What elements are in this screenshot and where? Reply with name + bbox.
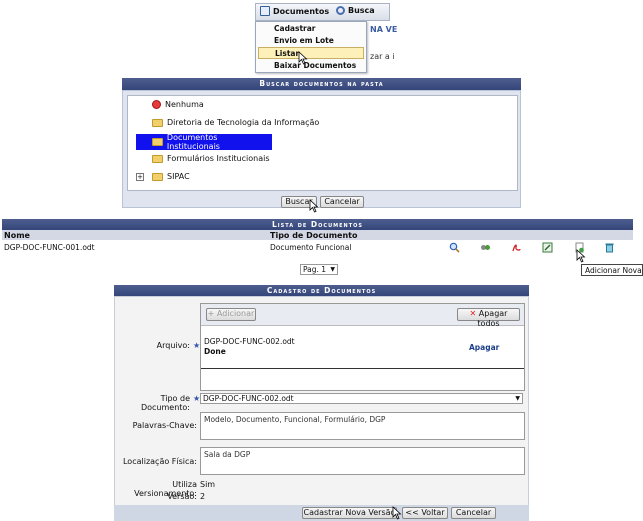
arquivo-label: Arquivo: [156, 341, 190, 350]
tree-node-label: Diretoria de Tecnologia da Informação [167, 118, 320, 127]
tooltip-add-version: Adicionar Nova Versão [581, 264, 643, 276]
edit-icon[interactable] [542, 242, 553, 253]
palavras-chave-textarea[interactable]: Modelo, Documento, Funcional, Formulário… [200, 412, 525, 440]
tipo-documento-select[interactable]: DGP-DOC-FUNC-002.odt ▼ [200, 393, 523, 404]
row-tipo: Documento Funcional [270, 243, 352, 252]
menu-item-listar[interactable]: Listar [258, 47, 364, 59]
menu-documentos[interactable]: Documentos [260, 6, 329, 16]
document-icon [260, 6, 270, 16]
form-panel-header: Cadastro de Documentos [114, 285, 529, 296]
pdf-icon[interactable] [511, 242, 522, 253]
col-tipo-header: Tipo de Documento [270, 231, 358, 240]
folder-icon [152, 172, 163, 181]
tree-node-label: Documentos Institucionais [166, 133, 220, 151]
palavras-chave-label: Palavras-Chave: [132, 421, 197, 430]
menu-busca[interactable]: Busca [336, 6, 375, 15]
plus-icon: + [207, 309, 215, 318]
voltar-button[interactable]: << Voltar [402, 507, 448, 519]
table-row: DGP-DOC-FUNC-001.odt Documento Funcional [2, 240, 633, 254]
background-title-fragment: NA VE [370, 25, 398, 34]
localizacao-fisica-label: Localização Física: [122, 457, 197, 466]
utiliza-versionamento-value: Sim [200, 480, 216, 489]
menu-busca-label: Busca [348, 6, 375, 15]
localizacao-fisica-textarea[interactable]: Sala da DGP [200, 447, 525, 475]
versao-label: Versão: [167, 492, 197, 501]
menu-documentos-label: Documentos [273, 6, 330, 16]
tree-node-formularios-institucionais[interactable]: Formulários Institucionais [152, 154, 270, 163]
tree-node-nenhuma[interactable]: Nenhuma [152, 100, 204, 109]
file-upload-box: + Adicionar ✕ Apagar todos DGP-DOC-FUNC-… [200, 303, 525, 391]
row-nome: DGP-DOC-FUNC-001.odt [4, 243, 95, 252]
tree-node-diretoria-ti[interactable]: Diretoria de Tecnologia da Informação [152, 118, 319, 127]
delete-icon[interactable] [604, 242, 615, 253]
apagar-file-link[interactable]: Apagar [469, 343, 499, 352]
list-panel-header: Lista de Documentos [2, 219, 633, 230]
documentos-dropdown: Cadastrar Envio em Lote Listar Baixar Do… [255, 21, 367, 73]
none-icon [152, 100, 161, 109]
search-panel-header: Buscar documentos na pasta [122, 78, 521, 90]
uploaded-file-name: DGP-DOC-FUNC-002.odt [204, 337, 295, 346]
page-select[interactable]: Pag. 1 ▼ [300, 264, 338, 275]
tipo-documento-value: DGP-DOC-FUNC-002.odt [203, 394, 294, 403]
versao-value: 2 [200, 492, 206, 501]
tipo-documento-label: Tipo de Documento: [140, 394, 190, 412]
folder-icon [152, 138, 163, 146]
cancelar-search-button[interactable]: Cancelar [320, 196, 364, 208]
view-icon[interactable] [449, 242, 460, 253]
search-panel-body: Nenhuma Diretoria de Tecnologia da Infor… [122, 90, 521, 208]
mouse-cursor-icon [298, 51, 308, 65]
menu-item-envio-em-lote[interactable]: Envio em Lote [258, 35, 364, 47]
close-icon: ✕ [469, 309, 477, 318]
chevron-down-icon: ▼ [515, 395, 520, 402]
chevron-down-icon: ▼ [330, 266, 335, 273]
mouse-cursor-icon [576, 249, 586, 263]
adicionar-label: Adicionar [216, 309, 255, 318]
menu-item-baixar-documentos[interactable]: Baixar Documentos [258, 60, 364, 72]
history-icon[interactable] [480, 242, 491, 253]
list-table-header: Nome Tipo de Documento [2, 230, 633, 240]
expand-icon[interactable]: + [136, 172, 144, 181]
background-text-fragment: zar a i [370, 52, 395, 61]
search-icon [336, 6, 345, 15]
cancelar-form-button[interactable]: Cancelar [451, 507, 496, 519]
cadastrar-nova-versao-button[interactable]: Cadastrar Nova Versão [302, 507, 397, 519]
adicionar-button[interactable]: + Adicionar [206, 308, 256, 321]
top-menu-bar: Documentos Busca [255, 3, 390, 21]
folder-tree: Nenhuma Diretoria de Tecnologia da Infor… [127, 95, 518, 191]
folder-icon [152, 154, 163, 163]
mouse-cursor-icon [309, 199, 319, 213]
tree-node-label: SIPAC [167, 172, 190, 181]
upload-divider [201, 368, 524, 369]
col-nome-header: Nome [4, 231, 30, 240]
tree-node-documentos-institucionais[interactable]: Documentos Institucionais [136, 133, 272, 151]
mouse-cursor-icon [392, 506, 402, 520]
page-select-value: Pag. 1 [303, 265, 327, 274]
tree-node-label: Formulários Institucionais [167, 154, 270, 163]
tree-node-sipac[interactable]: + SIPAC [136, 172, 190, 181]
menu-item-cadastrar[interactable]: Cadastrar [258, 23, 364, 35]
apagar-todos-button[interactable]: ✕ Apagar todos [457, 308, 520, 328]
folder-icon [152, 118, 163, 127]
tree-node-label: Nenhuma [165, 100, 204, 109]
uploaded-file-status: Done [204, 347, 226, 356]
